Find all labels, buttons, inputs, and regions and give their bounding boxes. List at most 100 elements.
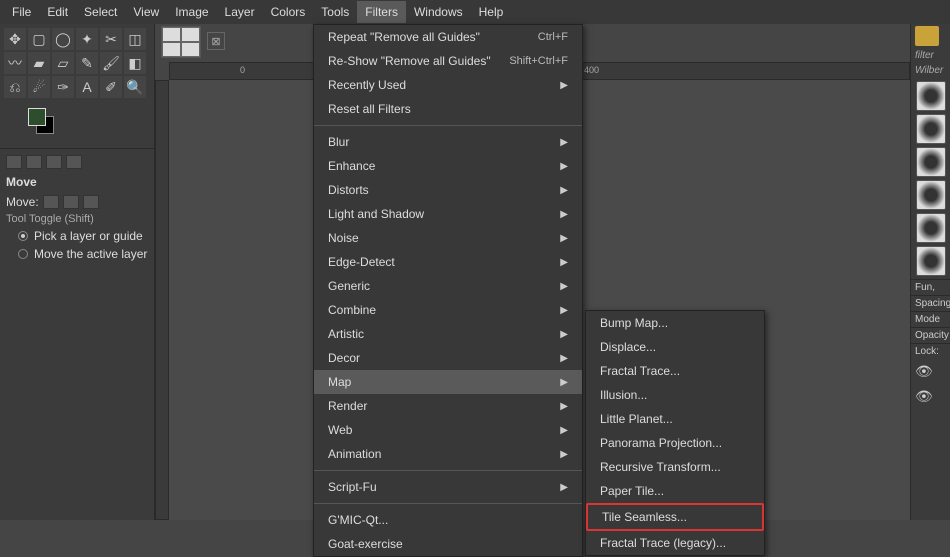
brush-preview[interactable] xyxy=(916,114,946,144)
tool-toggle-label: Tool Toggle (Shift) xyxy=(0,211,154,227)
close-image-button[interactable]: ⊠ xyxy=(207,32,225,50)
rect-select-tool[interactable]: ▢ xyxy=(28,28,50,50)
crop-tool[interactable]: ✂ xyxy=(100,28,122,50)
brush-preview[interactable] xyxy=(916,246,946,276)
brush-category: Fun, xyxy=(911,279,950,295)
chevron-right-icon: ▶ xyxy=(560,233,568,244)
menu-select[interactable]: Select xyxy=(76,1,125,23)
menu-image[interactable]: Image xyxy=(167,1,216,23)
dock-tabs[interactable] xyxy=(0,153,154,171)
menu-colors[interactable]: Colors xyxy=(263,1,314,23)
visibility-icon[interactable]: 👁 xyxy=(911,359,950,384)
image-thumbnail[interactable] xyxy=(161,26,201,58)
menu-file[interactable]: File xyxy=(4,1,39,23)
menu-item-recently-used[interactable]: Recently Used▶ xyxy=(314,73,582,97)
menu-edit[interactable]: Edit xyxy=(39,1,76,23)
chevron-right-icon: ▶ xyxy=(560,161,568,172)
move-mode-layer[interactable] xyxy=(43,195,59,209)
menu-item-re-show-remove-all-guides[interactable]: Re-Show "Remove all Guides"Shift+Ctrl+F xyxy=(314,49,582,73)
radio-move-active[interactable]: Move the active layer xyxy=(0,245,154,263)
text-tool[interactable]: A xyxy=(76,76,98,98)
menu-item-script-fu[interactable]: Script-Fu▶ xyxy=(314,475,582,499)
clone-tool[interactable]: ⎌ xyxy=(4,76,26,98)
menu-item-artistic[interactable]: Artistic▶ xyxy=(314,322,582,346)
smudge-tool[interactable]: ☄ xyxy=(28,76,50,98)
warp-tool[interactable]: 〰 xyxy=(4,52,26,74)
menu-layer[interactable]: Layer xyxy=(217,1,263,23)
menu-item-fractal-trace[interactable]: Fractal Trace... xyxy=(586,359,764,383)
menu-item-blur[interactable]: Blur▶ xyxy=(314,130,582,154)
picker-tool[interactable]: ✐ xyxy=(100,76,122,98)
ruler-tick: 400 xyxy=(584,65,599,75)
pencil-tool[interactable]: ✎ xyxy=(76,52,98,74)
menu-item-goat-exercise[interactable]: Goat-exercise xyxy=(314,532,582,556)
brush-preview[interactable] xyxy=(916,147,946,177)
visibility-icon[interactable]: 👁 xyxy=(911,384,950,409)
brush-tab-filter[interactable]: filter xyxy=(911,48,950,63)
bucket-tool[interactable]: ▰ xyxy=(28,52,50,74)
menu-item-noise[interactable]: Noise▶ xyxy=(314,226,582,250)
menu-item-enhance[interactable]: Enhance▶ xyxy=(314,154,582,178)
menu-item-edge-detect[interactable]: Edge-Detect▶ xyxy=(314,250,582,274)
chevron-right-icon: ▶ xyxy=(560,425,568,436)
menu-item-distorts[interactable]: Distorts▶ xyxy=(314,178,582,202)
mode-label[interactable]: Mode xyxy=(911,311,950,327)
menu-item-animation[interactable]: Animation▶ xyxy=(314,442,582,466)
chevron-right-icon: ▶ xyxy=(560,281,568,292)
toolbox: ✥ ▢ ◯ ✦ ✂ ◫ 〰 ▰ ▱ ✎ 🖌 ◧ ⎌ ☄ ✑ A ✐ 🔍 Move… xyxy=(0,24,155,520)
menu-item-little-planet[interactable]: Little Planet... xyxy=(586,407,764,431)
move-tool[interactable]: ✥ xyxy=(4,28,26,50)
menu-item-light-and-shadow[interactable]: Light and Shadow▶ xyxy=(314,202,582,226)
tool-options-title: Move xyxy=(0,171,154,193)
menu-item-recursive-transform[interactable]: Recursive Transform... xyxy=(586,455,764,479)
ruler-vertical xyxy=(155,80,169,520)
menu-item-web[interactable]: Web▶ xyxy=(314,418,582,442)
brush-preview[interactable] xyxy=(916,180,946,210)
menu-item-render[interactable]: Render▶ xyxy=(314,394,582,418)
opacity-label[interactable]: Opacity xyxy=(911,327,950,343)
menu-item-map[interactable]: Map▶ xyxy=(314,370,582,394)
move-mode-selection[interactable] xyxy=(63,195,79,209)
lock-label[interactable]: Lock: xyxy=(911,343,950,359)
eraser-tool[interactable]: ◧ xyxy=(124,52,146,74)
lasso-tool[interactable]: ◯ xyxy=(52,28,74,50)
menu-item-g-mic-qt[interactable]: G'MIC-Qt... xyxy=(314,508,582,532)
move-mode-path[interactable] xyxy=(83,195,99,209)
menu-item-displace[interactable]: Displace... xyxy=(586,335,764,359)
path-tool[interactable]: ✑ xyxy=(52,76,74,98)
menu-help[interactable]: Help xyxy=(471,1,512,23)
menu-item-illusion[interactable]: Illusion... xyxy=(586,383,764,407)
right-dock: filter Wilber Fun, Spacing Mode Opacity … xyxy=(910,24,950,520)
spacing-label[interactable]: Spacing xyxy=(911,295,950,311)
brush-preview[interactable] xyxy=(916,213,946,243)
folder-icon[interactable] xyxy=(915,26,939,46)
transform-tool[interactable]: ◫ xyxy=(124,28,146,50)
chevron-right-icon: ▶ xyxy=(560,329,568,340)
menu-item-panorama-projection[interactable]: Panorama Projection... xyxy=(586,431,764,455)
brush-tool[interactable]: 🖌 xyxy=(100,52,122,74)
menu-item-tile-seamless[interactable]: Tile Seamless... xyxy=(586,503,764,531)
menu-item-bump-map[interactable]: Bump Map... xyxy=(586,311,764,335)
gradient-tool[interactable]: ▱ xyxy=(52,52,74,74)
menu-windows[interactable]: Windows xyxy=(406,1,471,23)
chevron-right-icon: ▶ xyxy=(560,377,568,388)
menu-item-reset-all-filters[interactable]: Reset all Filters xyxy=(314,97,582,121)
fuzzy-select-tool[interactable]: ✦ xyxy=(76,28,98,50)
menu-view[interactable]: View xyxy=(125,1,167,23)
menu-item-decor[interactable]: Decor▶ xyxy=(314,346,582,370)
menu-item-combine[interactable]: Combine▶ xyxy=(314,298,582,322)
zoom-tool[interactable]: 🔍 xyxy=(124,76,146,98)
chevron-right-icon: ▶ xyxy=(560,257,568,268)
brush-preview[interactable] xyxy=(916,81,946,111)
menu-item-paper-tile[interactable]: Paper Tile... xyxy=(586,479,764,503)
menu-item-fractal-trace-legacy[interactable]: Fractal Trace (legacy)... xyxy=(586,531,764,555)
color-swatches[interactable] xyxy=(0,102,154,144)
radio-pick-layer[interactable]: Pick a layer or guide xyxy=(0,227,154,245)
menu-item-generic[interactable]: Generic▶ xyxy=(314,274,582,298)
chevron-right-icon: ▶ xyxy=(560,401,568,412)
menu-item-repeat-remove-all-guides[interactable]: Repeat "Remove all Guides"Ctrl+F xyxy=(314,25,582,49)
brush-tab-wilber[interactable]: Wilber xyxy=(911,63,950,78)
fg-color-swatch[interactable] xyxy=(28,108,46,126)
menu-tools[interactable]: Tools xyxy=(313,1,357,23)
menu-filters[interactable]: Filters xyxy=(357,1,406,23)
